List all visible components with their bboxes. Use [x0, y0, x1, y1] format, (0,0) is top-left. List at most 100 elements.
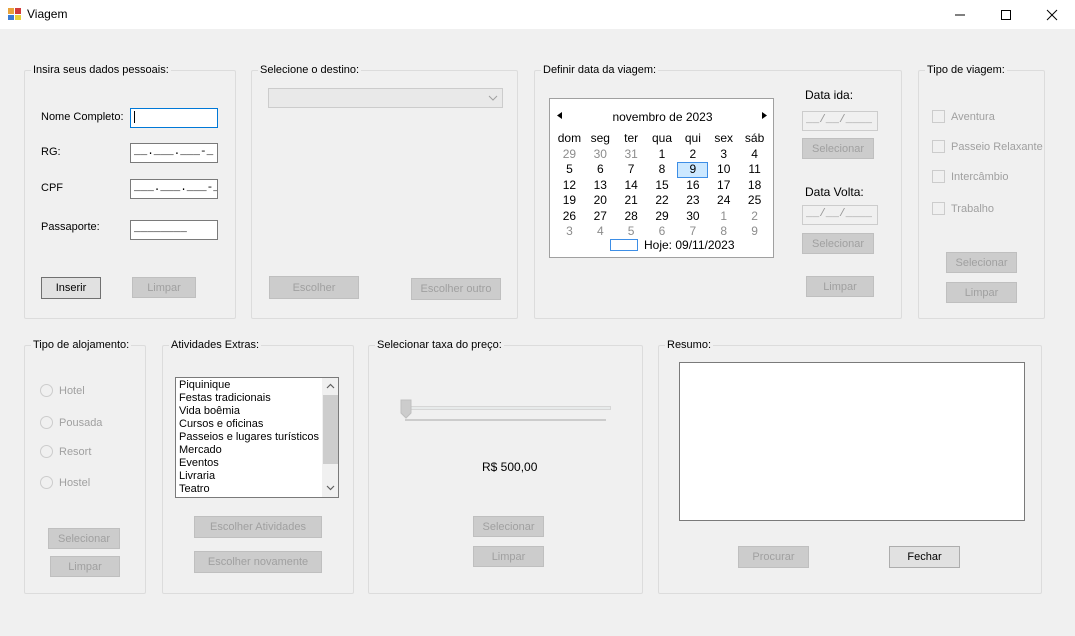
calendar-grid: dom seg ter qua qui sex sáb 29 30 31 1 2 3 4 5 6 7 8 9 10 1… — [554, 131, 770, 240]
calendar-day[interactable]: 5 — [616, 224, 647, 240]
calendar-day[interactable]: 24 — [708, 193, 739, 209]
select-price-button[interactable]: Selecionar — [473, 516, 544, 537]
calendar-day[interactable]: 9 — [677, 162, 709, 178]
calendar-day[interactable]: 19 — [554, 193, 585, 209]
choose-again-button[interactable]: Escolher novamente — [194, 551, 322, 573]
checkbox[interactable] — [932, 140, 945, 153]
search-button[interactable]: Procurar — [738, 546, 809, 568]
calendar-day[interactable]: 30 — [585, 147, 616, 163]
calendar-day[interactable]: 14 — [616, 178, 647, 194]
destination-combobox[interactable] — [268, 88, 503, 108]
activity-list-item[interactable]: Cursos e oficinas — [176, 418, 322, 431]
clear-date-button[interactable]: Limpar — [806, 276, 874, 297]
scroll-up-icon[interactable] — [326, 383, 335, 389]
scroll-down-icon[interactable] — [326, 485, 335, 491]
select-lodging-button[interactable]: Selecionar — [48, 528, 120, 549]
slider-thumb[interactable] — [400, 399, 412, 419]
calendar-day[interactable]: 7 — [616, 162, 647, 178]
calendar-day[interactable]: 12 — [554, 178, 585, 194]
trip-date-title: Definir data da viagem: — [541, 64, 659, 77]
calendar-day[interactable]: 16 — [677, 178, 708, 194]
calendar-day[interactable]: 1 — [708, 209, 739, 225]
activity-list-item[interactable]: Mercado — [176, 444, 322, 457]
return-label: Data Volta: — [805, 185, 864, 199]
cpf-field[interactable]: ___.___.___-__ — [130, 179, 218, 199]
activity-list-item[interactable]: Eventos — [176, 457, 322, 470]
calendar-day[interactable]: 20 — [585, 193, 616, 209]
calendar-day[interactable]: 3 — [554, 224, 585, 240]
calendar-day[interactable]: 11 — [739, 162, 770, 178]
calendar-day[interactable]: 22 — [647, 193, 678, 209]
calendar-day[interactable]: 8 — [647, 162, 678, 178]
minimize-button[interactable] — [937, 0, 983, 29]
calendar-day[interactable]: 27 — [585, 209, 616, 225]
select-trip-type-button[interactable]: Selecionar — [946, 252, 1017, 273]
choose-destination-button[interactable]: Escolher — [269, 276, 359, 299]
calendar-day[interactable]: 28 — [616, 209, 647, 225]
checkbox[interactable] — [932, 170, 945, 183]
checkbox[interactable] — [932, 202, 945, 215]
activity-list-item[interactable]: Vida boêmia — [176, 405, 322, 418]
choose-activities-button[interactable]: Escolher Atividades — [194, 516, 322, 538]
clear-price-button[interactable]: Limpar — [473, 546, 544, 567]
select-departure-button[interactable]: Selecionar — [802, 138, 874, 159]
calendar-day[interactable]: 2 — [739, 209, 770, 225]
passport-field[interactable]: ________ — [130, 220, 218, 240]
checkbox[interactable] — [932, 110, 945, 123]
clear-lodging-button[interactable]: Limpar — [50, 556, 120, 577]
summary-textbox[interactable] — [679, 362, 1025, 521]
calendar-day[interactable]: 3 — [708, 147, 739, 163]
calendar-today-label[interactable]: Hoje: 09/11/2023 — [644, 238, 735, 252]
calendar-day[interactable]: 13 — [585, 178, 616, 194]
calendar-day[interactable]: 18 — [739, 178, 770, 194]
return-date-field[interactable]: __/__/____ — [802, 205, 878, 225]
calendar-day[interactable]: 4 — [739, 147, 770, 163]
calendar-day[interactable]: 4 — [585, 224, 616, 240]
select-return-button[interactable]: Selecionar — [802, 233, 874, 254]
calendar-day[interactable]: 21 — [616, 193, 647, 209]
calendar-day[interactable]: 10 — [708, 162, 739, 178]
calendar-day[interactable]: 1 — [647, 147, 678, 163]
radio-button[interactable] — [40, 445, 53, 458]
insert-button[interactable]: Inserir — [41, 277, 101, 299]
calendar-day[interactable]: 29 — [647, 209, 678, 225]
activities-scrollbar[interactable] — [322, 378, 338, 497]
radio-button[interactable] — [40, 416, 53, 429]
calendar-day[interactable]: 6 — [585, 162, 616, 178]
calendar-day[interactable]: 2 — [677, 147, 708, 163]
close-button[interactable]: Fechar — [889, 546, 960, 568]
calendar-next-icon[interactable] — [760, 111, 768, 120]
lodging-title: Tipo de alojamento: — [31, 339, 132, 352]
departure-date-field[interactable]: __/__/____ — [802, 111, 878, 131]
calendar-month-label[interactable]: novembro de 2023 — [550, 110, 775, 124]
calendar-day[interactable]: 26 — [554, 209, 585, 225]
activity-list-item[interactable]: Festas tradicionais — [176, 392, 322, 405]
month-calendar[interactable]: novembro de 2023 dom seg ter qua qui sex sáb 2… — [549, 98, 774, 258]
price-slider[interactable] — [400, 398, 612, 426]
activities-listbox[interactable]: Piquinique Festas tradicionais Vida boêmia… — [175, 377, 339, 498]
calendar-day[interactable]: 23 — [677, 193, 708, 209]
calendar-week-row: 12 13 14 15 16 17 18 — [554, 178, 770, 194]
calendar-day[interactable]: 31 — [616, 147, 647, 163]
calendar-day[interactable]: 25 — [739, 193, 770, 209]
activity-list-item[interactable]: Teatro — [176, 483, 322, 496]
calendar-day[interactable]: 29 — [554, 147, 585, 163]
clear-personal-button[interactable]: Limpar — [132, 277, 196, 298]
activity-list-item[interactable]: Livraria — [176, 470, 322, 483]
activity-list-item[interactable]: Passeios e lugares turísticos — [176, 431, 322, 444]
calendar-day[interactable]: 5 — [554, 162, 585, 178]
name-field[interactable] — [130, 108, 218, 128]
calendar-day[interactable]: 9 — [739, 224, 770, 240]
calendar-day[interactable]: 17 — [708, 178, 739, 194]
close-window-button[interactable] — [1029, 0, 1075, 29]
radio-button[interactable] — [40, 384, 53, 397]
choose-other-destination-button[interactable]: Escolher outro — [411, 278, 501, 300]
maximize-button[interactable] — [983, 0, 1029, 29]
clear-trip-type-button[interactable]: Limpar — [946, 282, 1017, 303]
radio-button[interactable] — [40, 476, 53, 489]
rg-field[interactable]: __.___.___-_ — [130, 143, 218, 163]
scroll-thumb[interactable] — [323, 395, 338, 464]
activity-list-item[interactable]: Piquinique — [176, 379, 322, 392]
calendar-day[interactable]: 30 — [677, 209, 708, 225]
calendar-day[interactable]: 15 — [647, 178, 678, 194]
